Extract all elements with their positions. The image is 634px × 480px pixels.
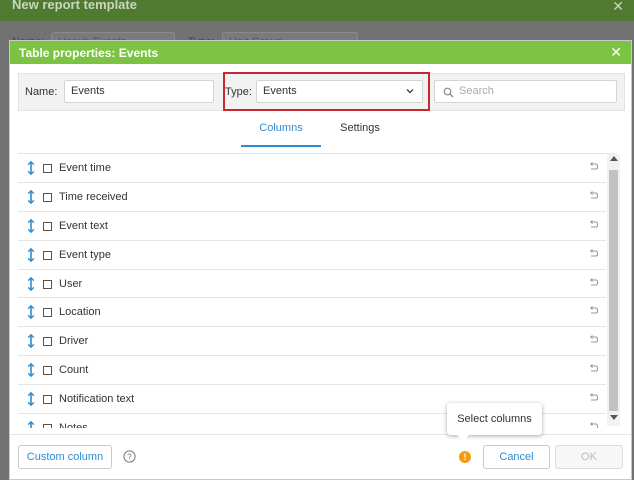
- scroll-thumb[interactable]: [609, 170, 618, 411]
- warning-icon: !: [459, 451, 471, 463]
- background-close-icon: ✕: [612, 0, 624, 14]
- column-checkbox[interactable]: [43, 395, 52, 405]
- tab-columns[interactable]: Columns: [241, 121, 321, 147]
- type-highlight-box: [223, 72, 430, 111]
- reset-icon[interactable]: [588, 248, 598, 259]
- background-window-title: New report template: [12, 0, 137, 12]
- column-row[interactable]: User: [18, 270, 606, 299]
- column-label: Event text: [59, 219, 108, 232]
- search-placeholder: Search: [459, 85, 494, 97]
- select-columns-tooltip: Select columns: [447, 403, 542, 441]
- reset-icon[interactable]: [588, 277, 598, 288]
- drag-handle-icon[interactable]: [27, 276, 35, 291]
- drag-handle-icon[interactable]: [27, 334, 35, 349]
- scroll-down-arrow-icon[interactable]: [610, 415, 618, 420]
- reset-icon[interactable]: [588, 364, 598, 374]
- column-checkbox[interactable]: [43, 366, 52, 376]
- close-icon[interactable]: ✕: [610, 44, 622, 60]
- column-label: Location: [59, 306, 101, 319]
- column-row[interactable]: Time received: [18, 183, 606, 212]
- column-checkbox[interactable]: [43, 337, 52, 347]
- scroll-up-arrow-icon[interactable]: [610, 156, 618, 161]
- column-row[interactable]: Driver: [18, 327, 606, 357]
- drag-handle-icon[interactable]: [27, 305, 35, 320]
- reset-icon[interactable]: [588, 393, 598, 403]
- tab-bar: Columns Settings: [10, 121, 631, 147]
- column-row[interactable]: Event type: [18, 241, 606, 270]
- column-checkbox[interactable]: [43, 164, 52, 173]
- column-row[interactable]: Event time: [18, 154, 606, 183]
- reset-icon[interactable]: [588, 162, 598, 172]
- tab-settings[interactable]: Settings: [323, 121, 397, 147]
- column-label: Notification text: [59, 393, 135, 406]
- search-icon: [443, 87, 454, 98]
- column-label: Driver: [59, 335, 89, 348]
- help-icon[interactable]: ?: [123, 450, 136, 463]
- column-checkbox[interactable]: [43, 308, 52, 318]
- reset-icon[interactable]: [588, 306, 598, 316]
- ok-button[interactable]: OK: [555, 445, 623, 469]
- dialog-title: Table properties: Events: [19, 46, 159, 60]
- drag-handle-icon[interactable]: [27, 421, 35, 428]
- column-checkbox[interactable]: [43, 250, 52, 260]
- drag-handle-icon[interactable]: [27, 247, 35, 262]
- drag-handle-icon[interactable]: [27, 392, 35, 407]
- name-input[interactable]: Events: [64, 80, 214, 103]
- reset-icon[interactable]: [588, 422, 598, 428]
- column-checkbox[interactable]: [43, 424, 52, 428]
- name-label: Name:: [25, 86, 58, 98]
- cancel-button[interactable]: Cancel: [483, 445, 550, 469]
- column-label: Event time: [59, 162, 111, 174]
- table-properties-dialog: Table properties: Events ✕ Name: Events …: [9, 40, 632, 480]
- reset-icon[interactable]: [588, 219, 598, 230]
- column-label: Time received: [59, 190, 128, 203]
- drag-handle-icon[interactable]: [27, 218, 35, 233]
- custom-column-button[interactable]: Custom column: [18, 445, 112, 469]
- column-checkbox[interactable]: [43, 279, 52, 289]
- dialog-header: Table properties: Events ✕: [10, 41, 631, 64]
- column-list-scrollbar[interactable]: [607, 154, 620, 426]
- column-label: Event type: [59, 248, 111, 261]
- tooltip-text: Select columns: [457, 413, 532, 425]
- column-row[interactable]: Location: [18, 298, 606, 328]
- reset-icon[interactable]: [588, 335, 598, 345]
- column-checkbox[interactable]: [43, 192, 52, 202]
- column-list: Event time Time received Event text Event t…: [18, 154, 606, 428]
- tooltip-arrow: [457, 435, 469, 441]
- column-label: Count: [59, 364, 89, 377]
- drag-handle-icon[interactable]: [27, 189, 35, 204]
- column-checkbox[interactable]: [43, 221, 52, 231]
- column-row[interactable]: Count: [18, 356, 606, 386]
- drag-handle-icon[interactable]: [27, 161, 35, 175]
- reset-icon[interactable]: [588, 190, 598, 201]
- svg-text:?: ?: [127, 453, 132, 462]
- search-input[interactable]: Search: [434, 80, 617, 103]
- column-label: User: [59, 277, 83, 290]
- background-window-titlebar: New report template ✕: [0, 0, 634, 21]
- column-row[interactable]: Event text: [18, 212, 606, 241]
- drag-handle-icon[interactable]: [27, 363, 35, 378]
- column-label: Notes: [59, 422, 88, 428]
